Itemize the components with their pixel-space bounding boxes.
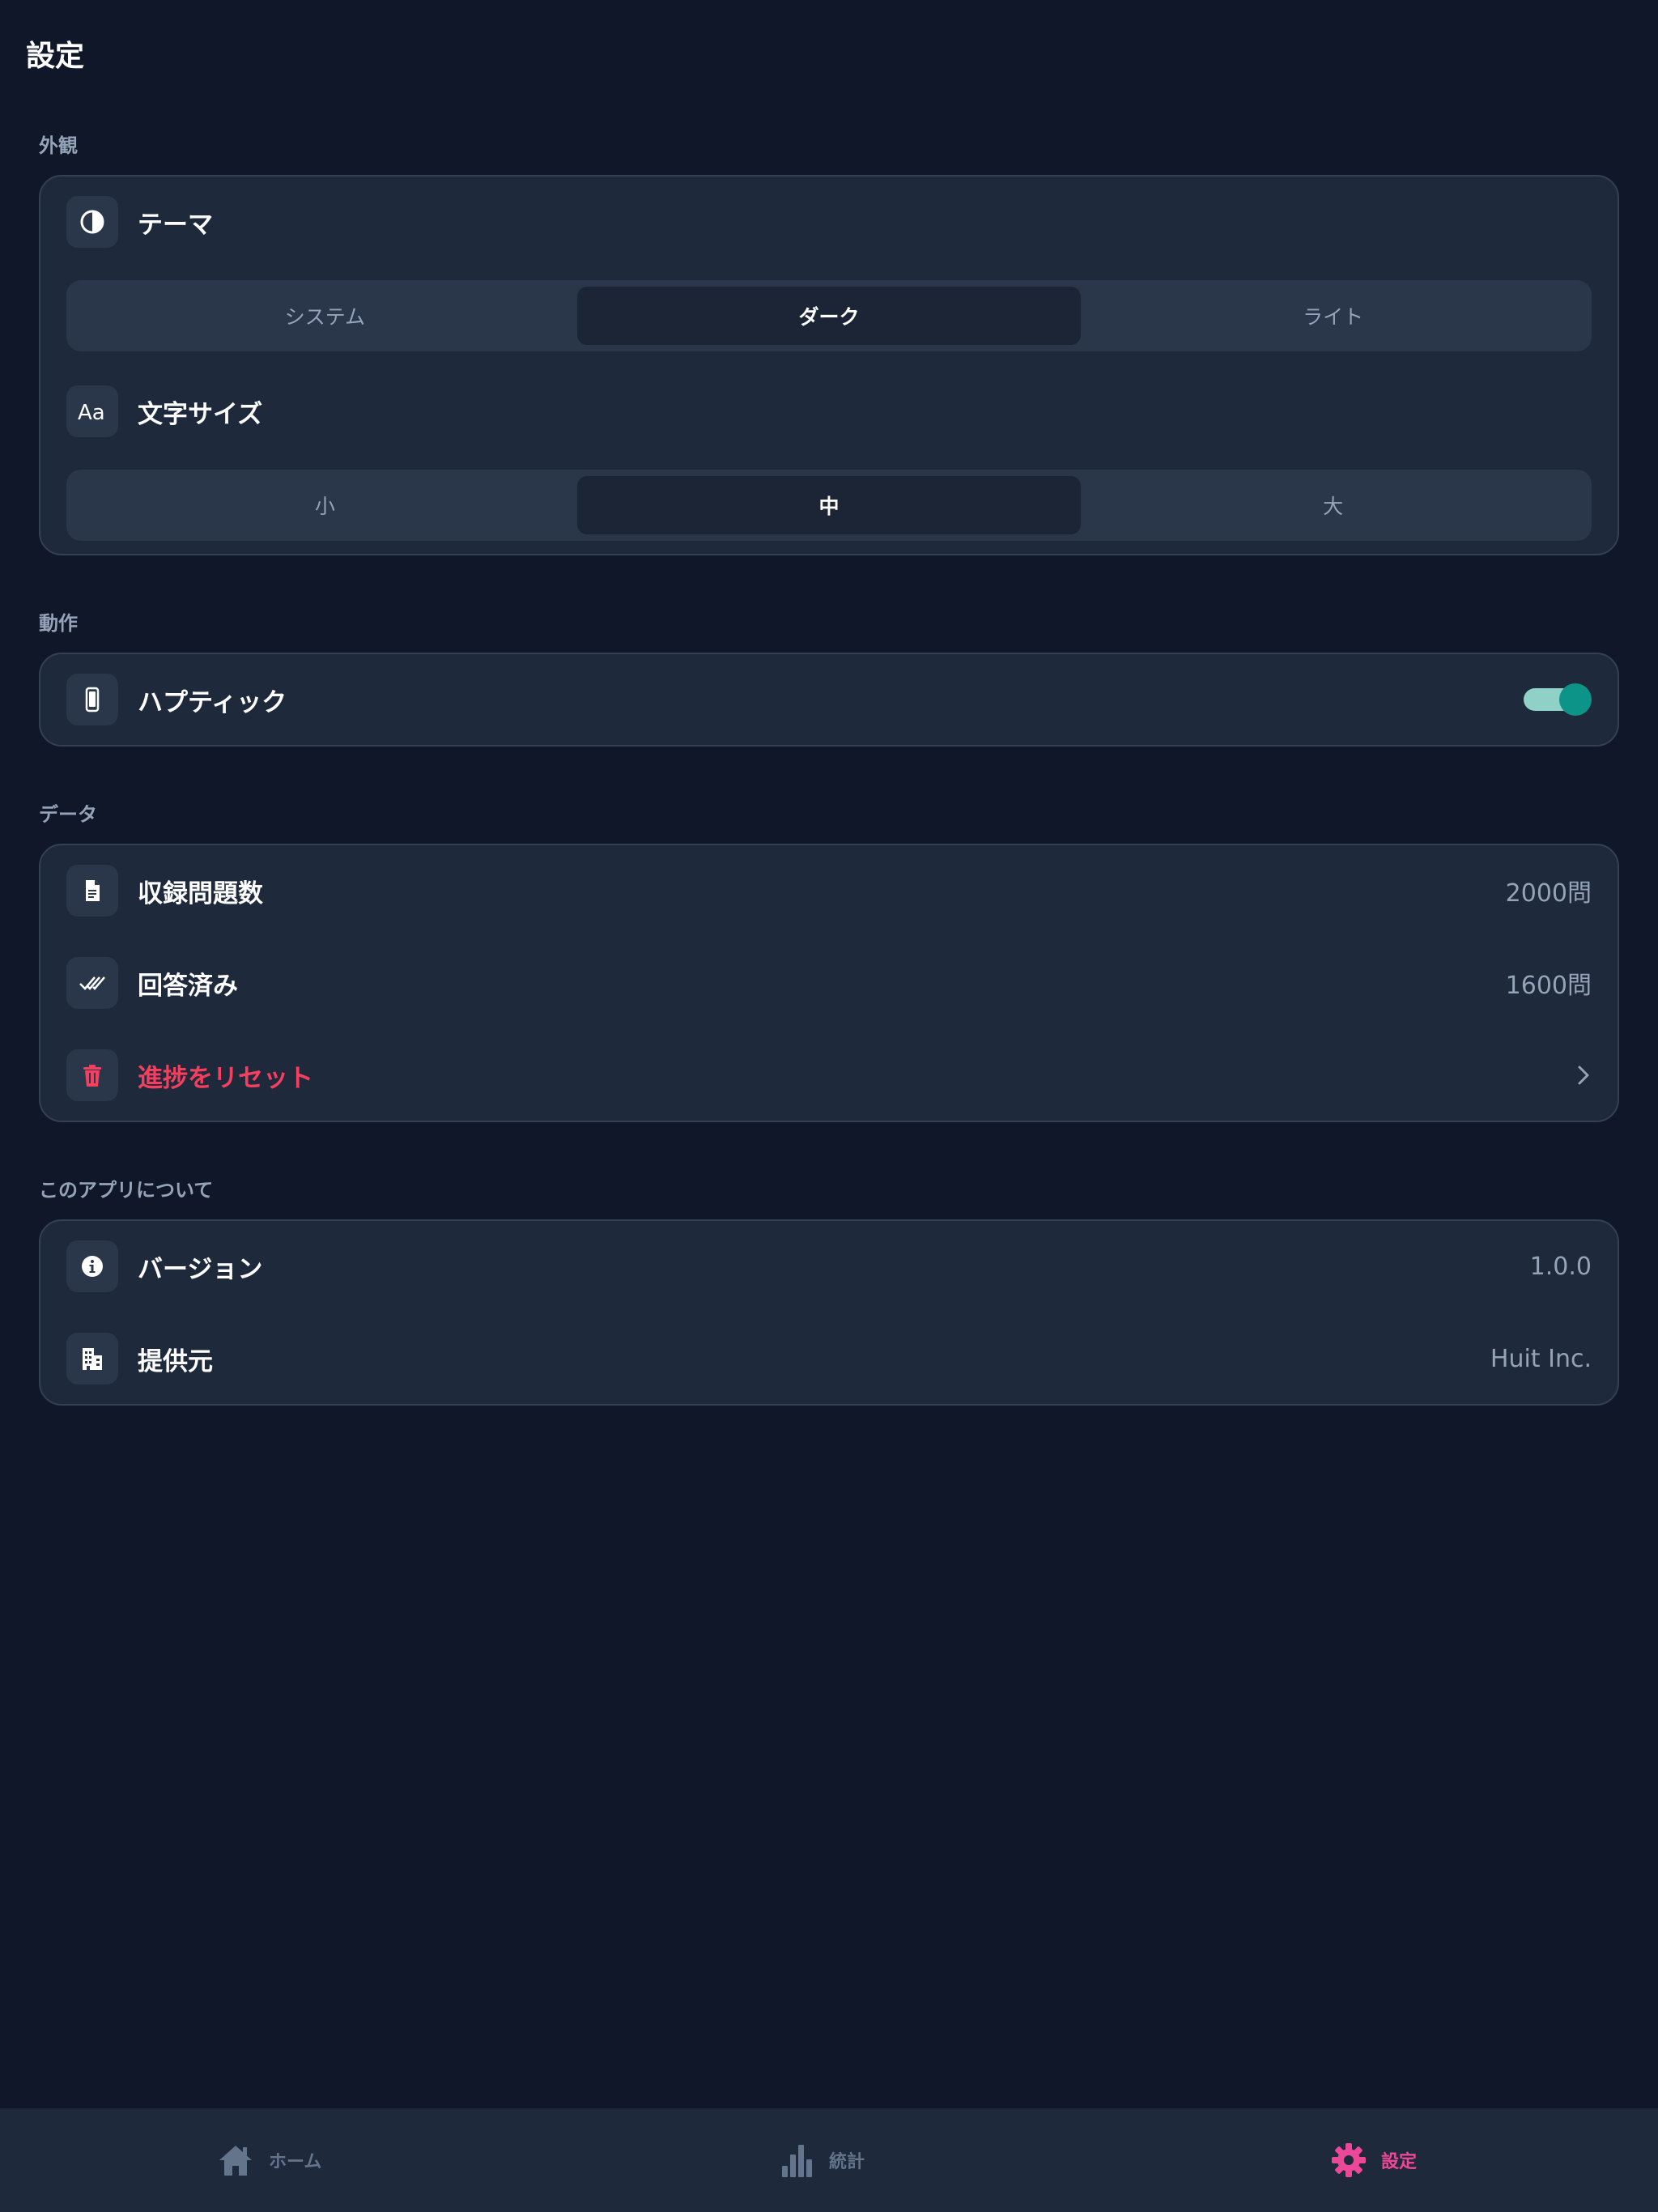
gear-icon <box>1332 2143 1366 2177</box>
questions-label: 収録問題数 <box>138 878 263 908</box>
chevron-right-icon <box>1578 1066 1589 1085</box>
tab-home-label: ホーム <box>269 2152 322 2172</box>
questions-value: 2000問 <box>1505 879 1592 908</box>
settings-screen: 設定 外観 テーマ システム ダーク ライト Aa 文字サイズ 小 中 大 動作… <box>0 0 1658 2212</box>
version-label: バージョン <box>138 1254 263 1284</box>
double-check-icon <box>66 957 118 1009</box>
theme-option-light[interactable]: ライト <box>1081 287 1585 345</box>
phone-icon <box>66 674 118 725</box>
section-title-appearance: 外観 <box>39 134 78 157</box>
data-card: 収録問題数 2000問 回答済み 1600問 進捗をリセット <box>39 844 1619 1122</box>
theme-segmented-control: システム ダーク ライト <box>66 280 1592 351</box>
page-title: 設定 <box>26 40 85 73</box>
font-size-option-medium[interactable]: 中 <box>576 476 1082 534</box>
answered-value: 1600問 <box>1505 972 1592 1000</box>
text-size-icon: Aa <box>66 385 118 437</box>
tab-stats[interactable]: 統計 <box>780 2108 865 2212</box>
theme-label: テーマ <box>138 210 213 240</box>
answered-row: 回答済み 1600問 <box>66 957 1592 1009</box>
haptics-toggle[interactable] <box>1524 682 1592 717</box>
home-icon <box>219 2146 252 2176</box>
theme-option-system[interactable]: システム <box>73 287 577 345</box>
provider-value: Huit Inc. <box>1490 1344 1592 1373</box>
tab-bar: ホーム 統計 設定 <box>0 2108 1658 2212</box>
theme-row: テーマ <box>66 196 1592 248</box>
about-card: バージョン 1.0.0 提供元 Huit Inc. <box>39 1219 1619 1406</box>
document-icon <box>66 865 118 917</box>
font-size-label: 文字サイズ <box>138 399 263 429</box>
tab-settings-label: 設定 <box>1381 2152 1418 2172</box>
section-title-behavior: 動作 <box>39 612 78 635</box>
answered-label: 回答済み <box>138 971 238 1001</box>
appearance-card: テーマ システム ダーク ライト Aa 文字サイズ 小 中 大 <box>39 175 1619 555</box>
svg-text:Aa: Aa <box>78 401 105 424</box>
contrast-icon <box>66 196 118 248</box>
building-icon <box>66 1333 118 1385</box>
haptics-label: ハプティック <box>138 687 287 717</box>
bar-chart-icon <box>782 2145 812 2177</box>
tab-stats-label: 統計 <box>829 2152 865 2172</box>
toggle-knob <box>1559 683 1592 716</box>
version-value: 1.0.0 <box>1529 1252 1592 1281</box>
provider-row: 提供元 Huit Inc. <box>66 1333 1592 1385</box>
info-icon <box>66 1240 118 1292</box>
section-title-data: データ <box>39 803 97 826</box>
behavior-card: ハプティック <box>39 653 1619 747</box>
haptics-row: ハプティック <box>66 674 1592 725</box>
version-row: バージョン 1.0.0 <box>66 1240 1592 1292</box>
reset-progress-row[interactable]: 進捗をリセット <box>66 1049 1592 1101</box>
tab-settings[interactable]: 設定 <box>1331 2108 1417 2212</box>
font-size-row: Aa 文字サイズ <box>66 385 1592 437</box>
font-size-option-large[interactable]: 大 <box>1081 476 1585 534</box>
tab-home[interactable]: ホーム <box>217 2108 321 2212</box>
questions-row: 収録問題数 2000問 <box>66 865 1592 917</box>
trash-icon <box>66 1049 118 1101</box>
reset-progress-label: 進捗をリセット <box>138 1063 313 1093</box>
theme-option-dark[interactable]: ダーク <box>576 287 1082 345</box>
section-title-about: このアプリについて <box>39 1179 214 1202</box>
provider-label: 提供元 <box>138 1346 213 1376</box>
font-size-segmented-control: 小 中 大 <box>66 470 1592 541</box>
font-size-option-small[interactable]: 小 <box>73 476 577 534</box>
